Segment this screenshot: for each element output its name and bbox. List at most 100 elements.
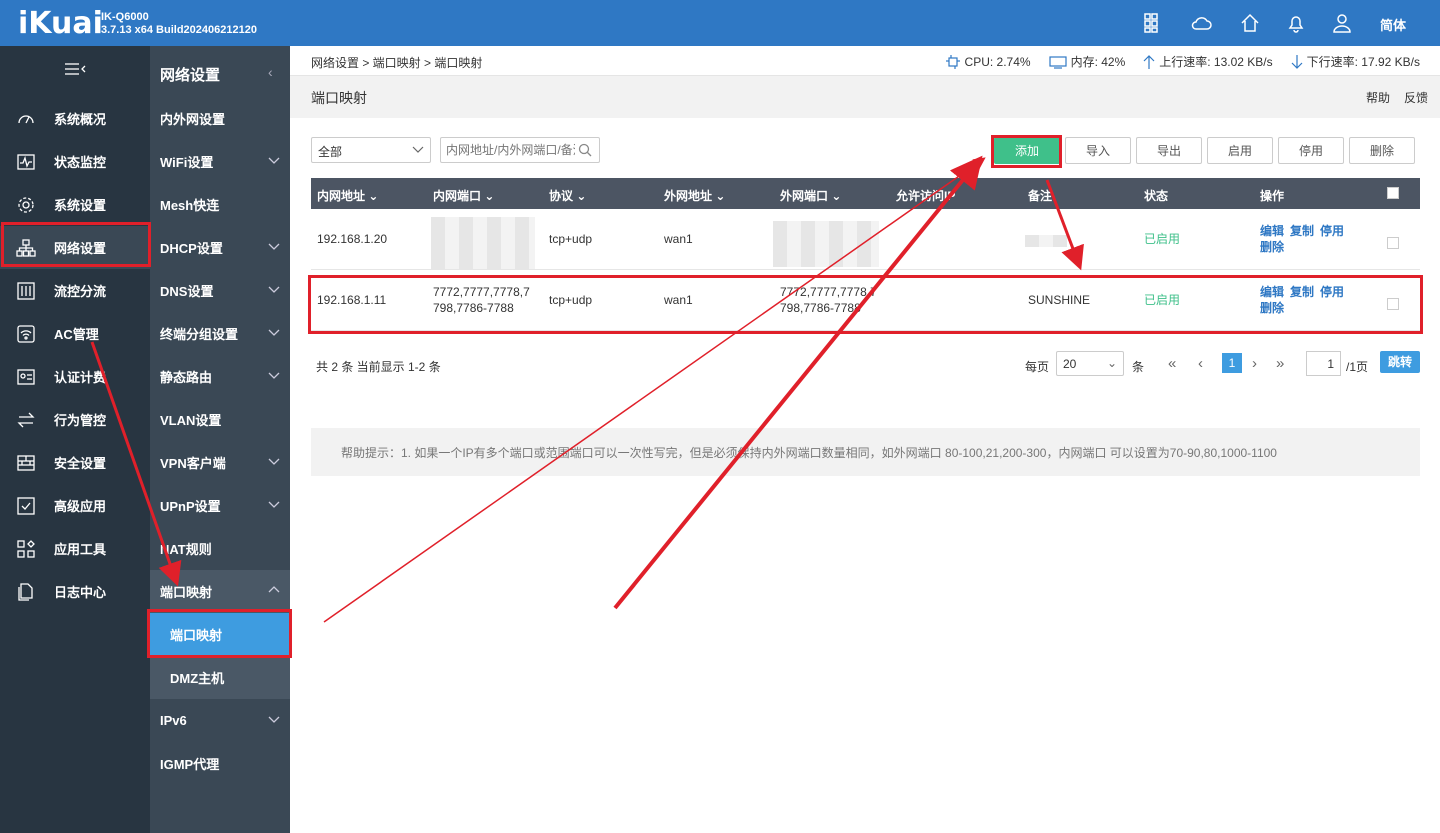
- add-button[interactable]: 添加: [994, 137, 1060, 164]
- page-title: 端口映射: [311, 90, 367, 106]
- row-actions: 编辑 复制 停用 删除: [1260, 223, 1350, 255]
- filter-select[interactable]: 全部: [311, 137, 431, 163]
- device-model: IK-Q6000: [101, 11, 149, 23]
- subbar-item-label: VPN客户端: [160, 456, 226, 471]
- sidebar-item-8[interactable]: 行为管控: [0, 398, 150, 441]
- subbar-item-8[interactable]: VLAN设置: [150, 398, 290, 441]
- subbar-item-15[interactable]: IPv6: [150, 699, 290, 742]
- col-lan-port[interactable]: 内网端口 ⌄: [433, 187, 494, 204]
- sidebar-item-12[interactable]: 日志中心: [0, 570, 150, 613]
- search-icon[interactable]: [578, 143, 592, 157]
- page-input[interactable]: 1: [1306, 351, 1341, 376]
- user-icon[interactable]: [1331, 12, 1353, 34]
- delete-button[interactable]: 删除: [1349, 137, 1415, 164]
- chevron-up-icon: [268, 586, 280, 593]
- first-page-icon[interactable]: «: [1168, 355, 1176, 372]
- subbar-item-10[interactable]: UPnP设置: [150, 484, 290, 527]
- col-wan-port[interactable]: 外网端口 ⌄: [780, 187, 841, 204]
- status: 已启用: [1144, 232, 1181, 246]
- search-input[interactable]: [440, 137, 600, 163]
- copy-link[interactable]: 复制: [1290, 224, 1314, 238]
- enable-button[interactable]: 启用: [1207, 137, 1273, 164]
- per-page-select[interactable]: 20 ⌄: [1056, 351, 1124, 376]
- sidebar-item-label: 行为管控: [54, 413, 107, 428]
- collapse-icon[interactable]: ‹: [268, 64, 273, 80]
- chevron-down-icon: [268, 458, 280, 465]
- check-icon: [16, 496, 36, 516]
- sidebar-item-6[interactable]: AC管理: [0, 312, 150, 355]
- tools-icon: [16, 539, 36, 559]
- chevron-down-icon: [268, 286, 280, 293]
- subbar-item-1[interactable]: 内外网设置: [150, 97, 290, 140]
- copy-link[interactable]: 复制: [1290, 285, 1314, 299]
- last-page-icon[interactable]: »: [1276, 355, 1284, 372]
- go-button[interactable]: 跳转: [1380, 351, 1420, 373]
- lan-ip: 192.168.1.20: [317, 232, 388, 246]
- col-wan[interactable]: 外网地址 ⌄: [664, 187, 725, 204]
- edit-link[interactable]: 编辑: [1260, 224, 1284, 238]
- wan-name: wan1: [664, 293, 693, 307]
- subbar-item-label: 端口映射: [160, 585, 213, 600]
- subbar-item-4[interactable]: DHCP设置: [150, 226, 290, 269]
- sidebar-item-2[interactable]: 状态监控: [0, 140, 150, 183]
- subbar-item-11[interactable]: NAT规则: [150, 527, 290, 570]
- pulse-icon: [16, 152, 36, 172]
- import-button[interactable]: 导入: [1065, 137, 1131, 164]
- disable-button[interactable]: 停用: [1278, 137, 1344, 164]
- subbar-item-12[interactable]: 端口映射: [150, 570, 290, 613]
- subbar-item-14[interactable]: DMZ主机: [150, 656, 290, 699]
- subbar-item-2[interactable]: WiFi设置: [150, 140, 290, 183]
- subbar-item-16[interactable]: IGMP代理: [150, 742, 290, 785]
- subbar-item-label: 端口映射: [170, 628, 223, 643]
- chevron-down-icon: [268, 716, 280, 723]
- help-link[interactable]: 帮助: [1366, 89, 1390, 106]
- language-switch[interactable]: 简体: [1380, 15, 1406, 34]
- subbar-item-13[interactable]: 端口映射: [150, 613, 290, 656]
- subbar-item-6[interactable]: 终端分组设置: [150, 312, 290, 355]
- device-build: 3.7.13 x64 Build202406212120: [101, 24, 257, 36]
- sidebar-item-5[interactable]: 流控分流: [0, 269, 150, 312]
- sidebar-item-9[interactable]: 安全设置: [0, 441, 150, 484]
- export-button[interactable]: 导出: [1136, 137, 1202, 164]
- network-icon: [16, 238, 36, 258]
- sidebar-item-1[interactable]: 系统概况: [0, 97, 150, 140]
- menu-toggle-icon[interactable]: [64, 61, 86, 77]
- sidebar-item-10[interactable]: 高级应用: [0, 484, 150, 527]
- subbar-item-label: WiFi设置: [160, 155, 214, 170]
- delete-link[interactable]: 删除: [1260, 240, 1284, 254]
- bell-icon[interactable]: [1285, 12, 1307, 34]
- memory-icon: [1048, 55, 1067, 69]
- row-checkbox[interactable]: [1387, 237, 1399, 249]
- subbar-item-7[interactable]: 静态路由: [150, 355, 290, 398]
- sub-sidebar: 网络设置 ‹ 内外网设置 WiFi设置 Mesh快连 DHCP设置 DNS设置 终端分组设…: [150, 46, 290, 833]
- row-checkbox[interactable]: [1387, 298, 1399, 310]
- sidebar-item-label: 安全设置: [54, 456, 107, 471]
- chevron-down-icon: [268, 372, 280, 379]
- edit-link[interactable]: 编辑: [1260, 285, 1284, 299]
- cloud-icon[interactable]: [1190, 12, 1212, 34]
- per-page-label: 每页: [1025, 360, 1050, 374]
- col-protocol[interactable]: 协议 ⌄: [549, 187, 586, 204]
- home-icon[interactable]: [1239, 12, 1261, 34]
- col-lan-ip[interactable]: 内网地址 ⌄: [317, 187, 378, 204]
- disable-link[interactable]: 停用: [1320, 224, 1344, 238]
- next-page-icon[interactable]: ›: [1252, 355, 1257, 372]
- sidebar-item-4[interactable]: 网络设置: [0, 226, 150, 269]
- select-all-checkbox[interactable]: [1387, 187, 1399, 199]
- sidebar-item-7[interactable]: 认证计费: [0, 355, 150, 398]
- subbar-item-5[interactable]: DNS设置: [150, 269, 290, 312]
- apps-icon[interactable]: [1143, 12, 1165, 34]
- current-page[interactable]: 1: [1222, 353, 1242, 373]
- sidebar-item-11[interactable]: 应用工具: [0, 527, 150, 570]
- disable-link[interactable]: 停用: [1320, 285, 1344, 299]
- delete-link[interactable]: 删除: [1260, 301, 1284, 315]
- sidebar-item-3[interactable]: 系统设置: [0, 183, 150, 226]
- subbar-item-3[interactable]: Mesh快连: [150, 183, 290, 226]
- chevron-down-icon: [268, 329, 280, 336]
- col-note: 备注: [1028, 189, 1053, 203]
- subbar-item-9[interactable]: VPN客户端: [150, 441, 290, 484]
- prev-page-icon[interactable]: ‹: [1198, 355, 1203, 372]
- feedback-link[interactable]: 反馈: [1404, 89, 1428, 106]
- note: SUNSHINE: [1028, 293, 1091, 307]
- subbar-item-label: VLAN设置: [160, 413, 222, 428]
